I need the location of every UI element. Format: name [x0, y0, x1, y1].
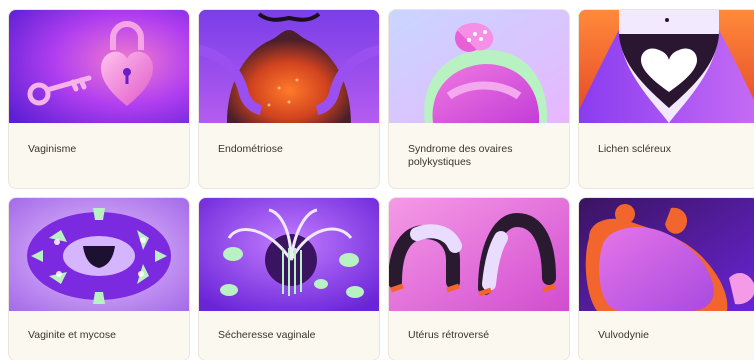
card-label: Endométriose — [218, 143, 283, 155]
person-curled-illustration — [579, 198, 754, 311]
abdomen-hands-glow-illustration — [199, 10, 379, 123]
bending-legs-illustration — [389, 198, 569, 311]
card-label: Vaginite et mycose — [28, 329, 116, 341]
card-endometriose[interactable]: Endométriose — [199, 10, 379, 188]
card-label: Sécheresse vaginale — [218, 329, 316, 341]
drooping-plant-vase-illustration — [199, 198, 379, 311]
card-vaginisme[interactable]: Vaginisme — [9, 10, 189, 188]
woman-hugging-ovary-illustration — [389, 10, 569, 123]
padlock-heart-key-illustration — [9, 10, 189, 123]
underwear-heart-illustration — [579, 10, 754, 123]
card-label: Vulvodynie — [598, 329, 649, 341]
card-label: Utérus rétroversé — [408, 329, 490, 341]
card-sopk[interactable]: Syndrome des ovaires polykystiques — [389, 10, 569, 188]
mushroom-ring-illustration — [9, 198, 189, 311]
card-label: Syndrome des ovaires polykystiques — [408, 143, 513, 168]
card-label: Lichen scléreux — [598, 143, 671, 155]
card-lichen-scléreux[interactable]: Lichen scléreux — [579, 10, 754, 188]
card-uterus-retroverse[interactable]: Utérus rétroversé — [389, 198, 569, 360]
card-vulvodynie[interactable]: Vulvodynie — [579, 198, 754, 360]
card-label: Vaginisme — [28, 143, 77, 155]
card-vaginite-et-mycose[interactable]: Vaginite et mycose — [9, 198, 189, 360]
card-secheresse-vaginale[interactable]: Sécheresse vaginale — [199, 198, 379, 360]
